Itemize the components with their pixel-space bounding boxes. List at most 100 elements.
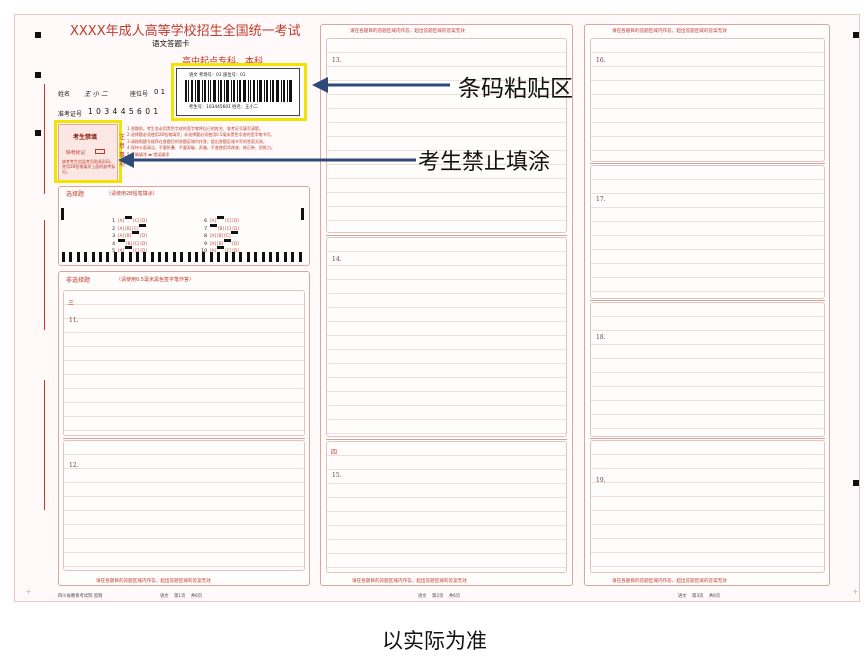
timing-tick xyxy=(113,252,117,262)
exam-number-digit: 1 xyxy=(153,107,162,116)
choice-row: 3 [A][B] [D] xyxy=(104,222,148,239)
question-16-label: 16. xyxy=(596,57,606,64)
answer-hint-col3-top: 请在各题目的答题区域内作答，超出答题区域的答案无效 xyxy=(612,29,727,34)
choice-row: 1 [A] [C][D] xyxy=(104,207,148,224)
note-item: 1.答题前，考生务必用黑色字迹的签字笔将自己的姓名、准考证号填写清楚。 xyxy=(127,126,263,131)
timing-tick xyxy=(98,252,102,262)
choice-title: 选择题 xyxy=(66,191,85,198)
timing-tick xyxy=(143,252,147,262)
timing-tick xyxy=(165,252,169,262)
timing-tick xyxy=(239,252,243,262)
timing-tick xyxy=(209,252,213,262)
barcode-area-annotation: 条码粘贴区 xyxy=(458,76,573,102)
exam-number-digit: 5 xyxy=(128,107,138,116)
footer-page3: 语文 第3页 共6页 xyxy=(678,594,721,599)
question-17-label: 17. xyxy=(596,196,606,203)
answer-area-q13[interactable] xyxy=(326,38,567,233)
exam-number-digit: 6 xyxy=(137,107,146,116)
choice-bubble-filled[interactable] xyxy=(217,246,225,250)
choice-side-mark xyxy=(301,208,304,220)
no-fill-annotation: 考生禁止填涂 xyxy=(418,150,551,175)
cut-line xyxy=(44,380,45,510)
timing-tick xyxy=(195,252,199,262)
timing-tick xyxy=(202,252,206,262)
timing-tick xyxy=(246,252,250,262)
question-19-label: 19. xyxy=(596,477,606,484)
answer-hint-col2-bottom: 请在各题目的答题区域内作答，超出答题区域的答案无效 xyxy=(352,579,467,584)
position-marker xyxy=(853,480,859,486)
position-marker xyxy=(35,72,41,78)
section-four-label: 四 xyxy=(331,449,338,456)
answer-area-q19[interactable] xyxy=(590,440,825,573)
question-13-label: 13. xyxy=(332,57,342,64)
answer-area-q16[interactable] xyxy=(590,38,825,162)
answer-area-q11[interactable] xyxy=(63,290,305,436)
nonchoice-hint: （请使用0.5毫米黑色签字笔作答） xyxy=(116,277,194,283)
timing-tick xyxy=(62,252,65,262)
name-label: 姓名 xyxy=(58,91,71,98)
timing-tick xyxy=(261,252,265,262)
choice-row: 2 [A][B][C] xyxy=(104,215,148,232)
question-divider xyxy=(326,439,567,440)
exam-number-digit: 4 xyxy=(120,107,129,116)
exam-number-digits: 103445601 xyxy=(88,107,162,116)
exam-number-digit: 4 xyxy=(112,107,121,116)
seat-value: 0 1 xyxy=(154,88,166,96)
choice-bubble-filled[interactable] xyxy=(125,246,133,250)
timing-tick xyxy=(217,252,221,262)
nonchoice-title: 非选择题 xyxy=(66,277,91,284)
choice-row: 6 [A] [C][D] xyxy=(196,207,240,224)
timing-tick xyxy=(106,252,110,262)
choice-side-mark xyxy=(61,208,64,220)
timing-tick xyxy=(172,252,176,262)
timing-tick xyxy=(231,252,235,262)
answer-area-q18[interactable] xyxy=(590,302,825,437)
answer-area-q17[interactable] xyxy=(590,165,825,299)
timing-tick xyxy=(84,252,88,262)
question-divider xyxy=(63,438,305,439)
choice-row: 9 [A][B] [D] xyxy=(196,230,240,247)
timing-tick xyxy=(91,252,95,262)
note-item: 2.选择题必须使用2B铅笔填涂；非选择题必须使用0.5毫米黑色字迹的签字笔书写。 xyxy=(127,132,275,138)
name-value: 王 小 二 xyxy=(84,90,108,98)
answer-area-q15[interactable] xyxy=(326,441,567,573)
cut-line xyxy=(44,84,45,194)
arrow-left-icon xyxy=(312,77,450,93)
note-item: 3.请按照题号顺序在各题目的答题区域内作答，超出答题区域书写的答案无效。 xyxy=(127,138,267,144)
exam-title: XXXX年成人高等学校招生全国统一考试 xyxy=(70,24,301,39)
choice-grid-left: 1 [A] [C][D] 2 [A][B][C] 3 [A][B] [D] 4 [B][C][D]… xyxy=(104,207,148,254)
question-divider xyxy=(590,300,825,301)
choice-row: 10[A][C][D] xyxy=(196,237,240,254)
answer-area-q12[interactable] xyxy=(63,440,305,571)
corner-mark: + xyxy=(25,587,32,596)
timing-tick xyxy=(76,252,80,262)
timing-tick xyxy=(128,252,132,262)
seat-label: 座位号 xyxy=(130,91,149,98)
cut-line xyxy=(44,220,45,330)
position-marker xyxy=(35,130,41,136)
barcode-highlight xyxy=(171,63,307,121)
exam-number-digit: 3 xyxy=(104,107,113,116)
arrow-left-icon xyxy=(118,152,416,168)
timing-tick xyxy=(121,252,125,262)
choice-row: 7 [B][C][D] xyxy=(196,215,240,232)
choice-row: 5[A][C][D] xyxy=(104,237,148,254)
timing-tick xyxy=(69,252,73,262)
timing-tick xyxy=(283,252,287,262)
question-12-label: 12. xyxy=(69,462,79,469)
sheet-subtitle: 语文答题卡 xyxy=(152,39,190,48)
exam-number-digit: 1 xyxy=(88,107,97,116)
choice-row: 4 [B][C][D] xyxy=(104,230,148,247)
choice-hint: （请使用2B铅笔填涂） xyxy=(106,191,158,197)
footer-page2: 语文 第2页 共6页 xyxy=(418,594,461,599)
timing-tick xyxy=(254,252,258,262)
answer-area-q14[interactable] xyxy=(326,237,567,437)
answer-hint-col2-top: 请在各题目的答题区域内作答，超出答题区域的答案无效 xyxy=(350,29,465,34)
timing-tick xyxy=(135,252,139,262)
timing-tick xyxy=(268,252,272,262)
question-divider xyxy=(326,235,567,236)
timing-tick xyxy=(150,252,154,262)
timing-ticks xyxy=(62,252,302,262)
question-18-label: 18. xyxy=(596,334,606,341)
footer-page1: 语文 第1页 共6页 xyxy=(160,594,203,599)
